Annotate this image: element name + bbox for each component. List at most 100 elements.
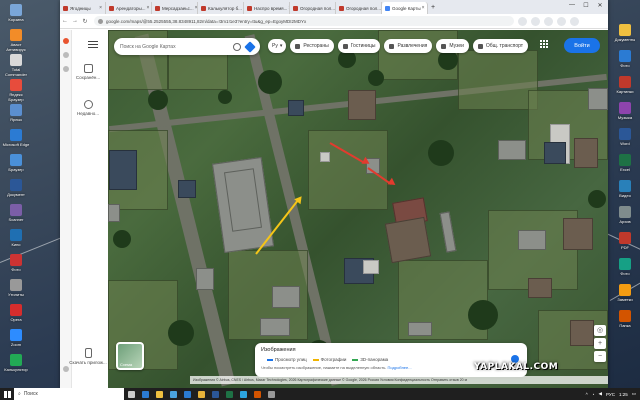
desktop-icon[interactable]: Браузер [2,154,30,177]
browser-tab[interactable]: Огородная пол...× [336,2,382,14]
taskbar-app-photos[interactable] [250,388,264,400]
desktop-icon[interactable]: Word [611,128,639,151]
desktop-icon[interactable]: Документ [2,179,30,202]
sidebar-icon[interactable] [63,38,69,44]
search-icon[interactable] [233,42,241,51]
url-input[interactable]: google.com/maps/@55.2525555,38.8348911,8… [94,16,514,26]
category-chip[interactable]: Развлечения [384,39,433,53]
directions-icon[interactable] [244,40,256,53]
desktop-icon[interactable]: Фото [611,258,639,281]
desktop-icon[interactable]: Кино [2,229,30,252]
taskbar-search[interactable]: ⌕ Поиск [14,388,124,400]
close-tab-icon[interactable]: × [421,5,425,11]
clock[interactable]: 1:25 [619,392,628,397]
new-tab-button[interactable]: + [428,4,438,11]
desktop-icon[interactable]: Opera [2,304,30,327]
taskbar-app-store[interactable] [166,388,180,400]
notifications-icon[interactable]: ▭ [632,391,636,397]
browser-tab[interactable]: Ягодницы × [60,2,106,14]
apps-grid-icon[interactable] [540,40,549,49]
desktop-icon[interactable]: Scanner [2,204,30,227]
forward-icon[interactable]: → [70,18,80,24]
browser-tab[interactable]: Google Карты × [382,2,428,14]
zoom-out-button[interactable]: − [594,351,606,362]
compass-icon[interactable]: ◎ [594,325,606,336]
close-tab-icon[interactable]: × [146,5,150,11]
taskbar-app-mail[interactable] [180,388,194,400]
language-select[interactable]: Ру ▾ [268,39,287,53]
taskbar-app-edge[interactable] [138,388,152,400]
desktop-icon[interactable]: Аваст Антивирус [2,29,30,52]
browser-tab[interactable]: Мерсадзаеьс... × [152,2,198,14]
satellite-map[interactable] [108,30,608,388]
layers-button[interactable]: Схема [116,342,144,370]
taskbar-app-explorer[interactable] [152,388,166,400]
category-chip[interactable]: Общ. транспорт [472,39,529,53]
desktop-icon[interactable]: Фото [611,50,639,73]
taskbar-app-task-view[interactable] [124,388,138,400]
bookmark-icon[interactable] [518,16,527,26]
desktop-icon[interactable]: Zoom [2,329,30,352]
desktop-icon[interactable]: PDF [611,232,639,255]
desktop-icon[interactable]: Total Commander [2,54,30,77]
site-info-icon[interactable] [98,18,103,24]
imagery-learn-more-link[interactable]: Подробнее... [388,365,412,370]
desktop-icon[interactable]: Калькулятор [2,354,30,377]
sidebar-icon[interactable] [63,52,69,58]
back-icon[interactable]: ← [60,18,70,24]
download-icon[interactable] [544,16,553,26]
menu-icon[interactable] [570,16,579,26]
zoom-in-button[interactable]: + [594,338,606,349]
taskbar-app-word[interactable] [208,388,222,400]
taskbar-app-chrome[interactable] [194,388,208,400]
desktop-icon[interactable]: Заметки [611,284,639,307]
chevron-down-icon: ▾ [279,43,283,49]
minimize-button[interactable]: — [566,2,578,8]
maximize-button[interactable]: ☐ [580,2,592,9]
menu-icon[interactable] [88,41,98,50]
download-app-button[interactable]: Скачать прилож... [68,348,108,365]
volume-icon[interactable]: ◀ [598,391,601,397]
category-chip[interactable]: Гостиницы [337,39,381,53]
desktop-icon[interactable]: Яндекс Браузер [2,79,30,102]
extensions-icon[interactable] [531,16,540,26]
desktop-icon[interactable]: Архив [611,206,639,229]
search-input[interactable]: Поиск на Google Картах [120,44,229,50]
network-icon[interactable]: ◔ [592,392,595,397]
taskbar-app-app[interactable] [264,388,278,400]
taskbar-app-excel[interactable] [222,388,236,400]
desktop-icon[interactable]: Картинки [611,76,639,99]
desktop-icon[interactable]: Excel [611,154,639,177]
desktop-icon[interactable]: Утилиты [2,279,30,302]
saved-button[interactable]: Сохранён... [68,64,108,80]
browser-tab[interactable]: Арендаторы... × [106,2,152,14]
desktop-icon[interactable]: Документы [611,24,639,47]
reload-icon[interactable]: ↻ [80,18,90,25]
browser-tab[interactable]: Калькулятор б...× [198,2,244,14]
browser-tab[interactable]: Огородная пол...× [290,2,336,14]
start-button[interactable] [0,388,14,400]
chevron-up-icon[interactable]: ^ [586,392,588,397]
browser-tab[interactable]: Наспро время...× [244,2,290,14]
desktop-icon[interactable]: Музыка [611,102,639,125]
desktop-icon[interactable]: Фото [2,254,30,277]
search-box[interactable]: Поиск на Google Картах [114,38,260,55]
taskbar-app-telegram[interactable] [236,388,250,400]
desktop-icon[interactable]: Microsoft Edge [2,129,30,152]
desktop-icon[interactable]: Видео [611,180,639,203]
desktop-icon[interactable]: Ярлык [2,104,30,127]
close-tab-icon[interactable]: × [98,5,102,11]
close-window-button[interactable]: ✕ [594,2,606,9]
sidebar-icon[interactable] [63,366,69,372]
close-tab-icon[interactable]: × [194,5,197,11]
recent-button[interactable]: Недавно... [68,100,108,116]
desktop-icon-label: Scanner [8,217,24,222]
language-indicator[interactable]: РУС [606,392,615,397]
profile-icon[interactable] [557,16,566,26]
sign-in-button[interactable]: Войти [564,38,600,53]
category-chip[interactable]: Музеи [436,39,469,53]
taskbar-search-input[interactable]: Поиск [24,391,38,397]
category-chip[interactable]: Рестораны [290,39,334,53]
desktop-icon[interactable]: Папка [611,310,639,333]
desktop-icon[interactable]: Корзина [2,4,30,27]
